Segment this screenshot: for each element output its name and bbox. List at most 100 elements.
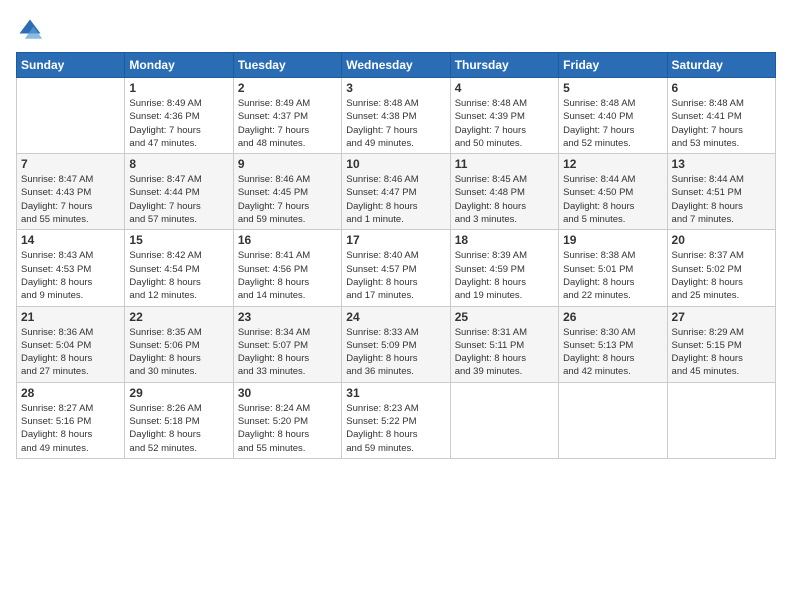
calendar-table: SundayMondayTuesdayWednesdayThursdayFrid…	[16, 52, 776, 459]
calendar-cell	[559, 382, 667, 458]
day-number: 17	[346, 233, 445, 247]
weekday-header-tuesday: Tuesday	[233, 53, 341, 78]
day-info: Sunrise: 8:48 AM Sunset: 4:38 PM Dayligh…	[346, 97, 445, 150]
logo-icon	[16, 16, 44, 44]
calendar-cell: 24 Sunrise: 8:33 AM Sunset: 5:09 PM Dayli…	[342, 306, 450, 382]
calendar-week-row: 14 Sunrise: 8:43 AM Sunset: 4:53 PM Dayli…	[17, 230, 776, 306]
calendar-week-row: 28 Sunrise: 8:27 AM Sunset: 5:16 PM Dayli…	[17, 382, 776, 458]
day-number: 11	[455, 157, 554, 171]
calendar-cell: 11Sunrise: 8:45 AM Sunset: 4:48 PM Dayli…	[450, 154, 558, 230]
day-info: Sunrise: 8:44 AM Sunset: 4:51 PM Dayligh…	[672, 173, 771, 226]
calendar-cell	[17, 78, 125, 154]
calendar-cell: 17 Sunrise: 8:40 AM Sunset: 4:57 PM Dayli…	[342, 230, 450, 306]
day-info: Sunrise: 8:27 AM Sunset: 5:16 PM Dayligh…	[21, 402, 120, 455]
calendar-cell: 3 Sunrise: 8:48 AM Sunset: 4:38 PM Daylig…	[342, 78, 450, 154]
day-number: 21	[21, 310, 120, 324]
day-info: Sunrise: 8:46 AM Sunset: 4:45 PM Dayligh…	[238, 173, 337, 226]
calendar-cell: 20 Sunrise: 8:37 AM Sunset: 5:02 PM Dayli…	[667, 230, 775, 306]
day-number: 14	[21, 233, 120, 247]
day-number: 8	[129, 157, 228, 171]
day-number: 9	[238, 157, 337, 171]
day-number: 23	[238, 310, 337, 324]
calendar-cell: 6 Sunrise: 8:48 AM Sunset: 4:41 PM Daylig…	[667, 78, 775, 154]
day-info: Sunrise: 8:42 AM Sunset: 4:54 PM Dayligh…	[129, 249, 228, 302]
day-number: 31	[346, 386, 445, 400]
day-info: Sunrise: 8:37 AM Sunset: 5:02 PM Dayligh…	[672, 249, 771, 302]
calendar-cell: 28 Sunrise: 8:27 AM Sunset: 5:16 PM Dayli…	[17, 382, 125, 458]
calendar-cell: 25 Sunrise: 8:31 AM Sunset: 5:11 PM Dayli…	[450, 306, 558, 382]
calendar-cell: 12Sunrise: 8:44 AM Sunset: 4:50 PM Dayli…	[559, 154, 667, 230]
calendar-cell: 19Sunrise: 8:38 AM Sunset: 5:01 PM Dayli…	[559, 230, 667, 306]
day-number: 13	[672, 157, 771, 171]
day-number: 29	[129, 386, 228, 400]
weekday-header-thursday: Thursday	[450, 53, 558, 78]
day-number: 25	[455, 310, 554, 324]
day-info: Sunrise: 8:29 AM Sunset: 5:15 PM Dayligh…	[672, 326, 771, 379]
day-number: 1	[129, 81, 228, 95]
calendar-cell: 16 Sunrise: 8:41 AM Sunset: 4:56 PM Dayli…	[233, 230, 341, 306]
day-info: Sunrise: 8:36 AM Sunset: 5:04 PM Dayligh…	[21, 326, 120, 379]
calendar-cell: 30Sunrise: 8:24 AM Sunset: 5:20 PM Dayli…	[233, 382, 341, 458]
calendar-cell: 2 Sunrise: 8:49 AM Sunset: 4:37 PM Daylig…	[233, 78, 341, 154]
day-info: Sunrise: 8:33 AM Sunset: 5:09 PM Dayligh…	[346, 326, 445, 379]
weekday-header-sunday: Sunday	[17, 53, 125, 78]
calendar-cell: 4Sunrise: 8:48 AM Sunset: 4:39 PM Daylig…	[450, 78, 558, 154]
calendar-cell: 1 Sunrise: 8:49 AM Sunset: 4:36 PM Daylig…	[125, 78, 233, 154]
day-info: Sunrise: 8:49 AM Sunset: 4:37 PM Dayligh…	[238, 97, 337, 150]
day-info: Sunrise: 8:41 AM Sunset: 4:56 PM Dayligh…	[238, 249, 337, 302]
day-number: 18	[455, 233, 554, 247]
calendar-cell	[667, 382, 775, 458]
day-number: 26	[563, 310, 662, 324]
calendar-cell: 8 Sunrise: 8:47 AM Sunset: 4:44 PM Daylig…	[125, 154, 233, 230]
calendar-cell: 9 Sunrise: 8:46 AM Sunset: 4:45 PM Daylig…	[233, 154, 341, 230]
calendar-week-row: 1 Sunrise: 8:49 AM Sunset: 4:36 PM Daylig…	[17, 78, 776, 154]
day-number: 15	[129, 233, 228, 247]
day-info: Sunrise: 8:31 AM Sunset: 5:11 PM Dayligh…	[455, 326, 554, 379]
day-number: 5	[563, 81, 662, 95]
calendar-cell: 26 Sunrise: 8:30 AM Sunset: 5:13 PM Dayli…	[559, 306, 667, 382]
day-number: 16	[238, 233, 337, 247]
day-info: Sunrise: 8:23 AM Sunset: 5:22 PM Dayligh…	[346, 402, 445, 455]
day-number: 20	[672, 233, 771, 247]
day-info: Sunrise: 8:48 AM Sunset: 4:40 PM Dayligh…	[563, 97, 662, 150]
calendar-cell: 23 Sunrise: 8:34 AM Sunset: 5:07 PM Dayli…	[233, 306, 341, 382]
day-info: Sunrise: 8:40 AM Sunset: 4:57 PM Dayligh…	[346, 249, 445, 302]
day-info: Sunrise: 8:30 AM Sunset: 5:13 PM Dayligh…	[563, 326, 662, 379]
day-info: Sunrise: 8:39 AM Sunset: 4:59 PM Dayligh…	[455, 249, 554, 302]
calendar-cell: 5 Sunrise: 8:48 AM Sunset: 4:40 PM Daylig…	[559, 78, 667, 154]
calendar-cell: 21 Sunrise: 8:36 AM Sunset: 5:04 PM Dayli…	[17, 306, 125, 382]
weekday-header-monday: Monday	[125, 53, 233, 78]
day-info: Sunrise: 8:46 AM Sunset: 4:47 PM Dayligh…	[346, 173, 445, 226]
day-info: Sunrise: 8:24 AM Sunset: 5:20 PM Dayligh…	[238, 402, 337, 455]
day-info: Sunrise: 8:49 AM Sunset: 4:36 PM Dayligh…	[129, 97, 228, 150]
day-number: 6	[672, 81, 771, 95]
weekday-header-wednesday: Wednesday	[342, 53, 450, 78]
calendar-cell: 31 Sunrise: 8:23 AM Sunset: 5:22 PM Dayli…	[342, 382, 450, 458]
calendar-header-row: SundayMondayTuesdayWednesdayThursdayFrid…	[17, 53, 776, 78]
day-info: Sunrise: 8:34 AM Sunset: 5:07 PM Dayligh…	[238, 326, 337, 379]
day-number: 22	[129, 310, 228, 324]
day-number: 3	[346, 81, 445, 95]
day-info: Sunrise: 8:47 AM Sunset: 4:44 PM Dayligh…	[129, 173, 228, 226]
day-info: Sunrise: 8:47 AM Sunset: 4:43 PM Dayligh…	[21, 173, 120, 226]
calendar-cell: 7Sunrise: 8:47 AM Sunset: 4:43 PM Daylig…	[17, 154, 125, 230]
calendar-cell: 14 Sunrise: 8:43 AM Sunset: 4:53 PM Dayli…	[17, 230, 125, 306]
day-number: 24	[346, 310, 445, 324]
day-info: Sunrise: 8:48 AM Sunset: 4:41 PM Dayligh…	[672, 97, 771, 150]
day-number: 12	[563, 157, 662, 171]
calendar-cell: 15 Sunrise: 8:42 AM Sunset: 4:54 PM Dayli…	[125, 230, 233, 306]
calendar-cell: 10 Sunrise: 8:46 AM Sunset: 4:47 PM Dayli…	[342, 154, 450, 230]
day-info: Sunrise: 8:35 AM Sunset: 5:06 PM Dayligh…	[129, 326, 228, 379]
day-number: 2	[238, 81, 337, 95]
calendar-cell: 18 Sunrise: 8:39 AM Sunset: 4:59 PM Dayli…	[450, 230, 558, 306]
calendar-cell: 22 Sunrise: 8:35 AM Sunset: 5:06 PM Dayli…	[125, 306, 233, 382]
calendar-cell	[450, 382, 558, 458]
day-number: 10	[346, 157, 445, 171]
weekday-header-friday: Friday	[559, 53, 667, 78]
calendar-week-row: 21 Sunrise: 8:36 AM Sunset: 5:04 PM Dayli…	[17, 306, 776, 382]
calendar-week-row: 7Sunrise: 8:47 AM Sunset: 4:43 PM Daylig…	[17, 154, 776, 230]
day-number: 28	[21, 386, 120, 400]
day-number: 27	[672, 310, 771, 324]
day-info: Sunrise: 8:43 AM Sunset: 4:53 PM Dayligh…	[21, 249, 120, 302]
day-number: 4	[455, 81, 554, 95]
